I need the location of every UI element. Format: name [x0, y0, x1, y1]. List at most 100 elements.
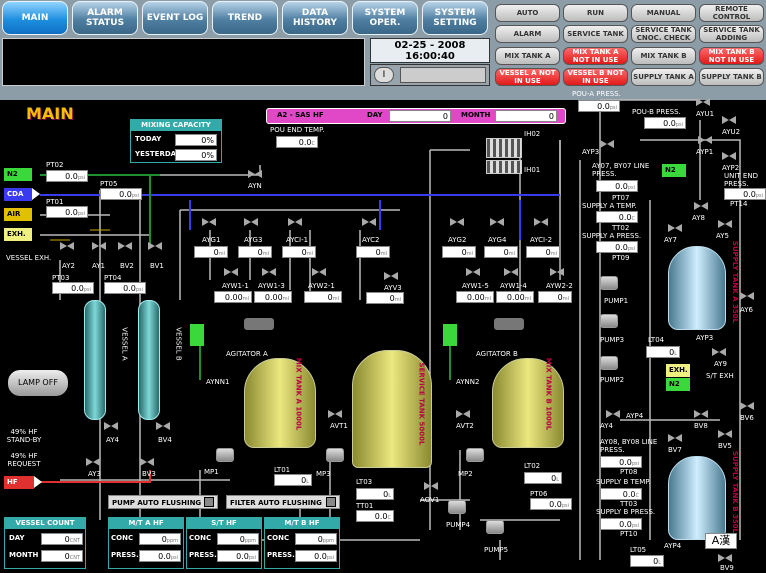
ay3-label: AY3 [88, 470, 101, 478]
vessel-a[interactable] [84, 300, 106, 420]
day-label: DAY [367, 111, 383, 119]
ayw21-valve[interactable] [312, 266, 326, 278]
ayp2-label: AYP2 [722, 164, 740, 172]
aov1-valve[interactable] [424, 480, 438, 492]
ayv3-valve[interactable] [384, 270, 398, 282]
pou-a-press-number: 0.0 [597, 102, 610, 111]
aycl2-valve[interactable] [534, 216, 548, 228]
ayu2-valve[interactable] [722, 114, 736, 126]
pou-b-press-number: 0.0 [663, 119, 676, 128]
pou-end-temp-number: 0.0 [298, 138, 312, 147]
ayw11-label: AYW1-1 [222, 282, 249, 290]
aycl1-valve[interactable] [288, 216, 302, 228]
ay1-label: AY1 [92, 262, 105, 270]
ayp1-valve[interactable] [698, 134, 712, 146]
bv9-valve[interactable] [718, 552, 732, 564]
bv2-valve[interactable] [118, 240, 132, 252]
ayw22-valve[interactable] [550, 266, 564, 278]
ayw14-valve[interactable] [504, 266, 518, 278]
st-hf-title: S/T HF [187, 518, 261, 529]
ayn-valve[interactable] [248, 168, 262, 180]
bv8-valve[interactable] [694, 408, 708, 420]
mp3-pump[interactable] [326, 448, 344, 462]
ay3-valve[interactable] [86, 456, 100, 468]
bv7-valve[interactable] [668, 432, 682, 444]
supply-tank-a[interactable] [668, 246, 726, 330]
pump4[interactable] [448, 500, 466, 514]
ayp3b-label: AYP3 [696, 334, 714, 342]
supply-tank-b[interactable] [668, 456, 726, 540]
pt01-label: PT01 [46, 198, 64, 206]
bv4-valve[interactable] [156, 420, 170, 432]
mix-tank-b[interactable] [492, 358, 564, 448]
lt01-value: 0L [274, 474, 312, 486]
bv5-label: BV5 [718, 442, 732, 450]
ayg2-valve[interactable] [450, 216, 464, 228]
ay7-valve[interactable] [668, 222, 682, 234]
st-press-number: 0.0 [236, 552, 249, 561]
ayw15-valve[interactable] [466, 266, 480, 278]
line-press-b-label: AY08, BY08 LINE PRESS. [600, 438, 658, 454]
pump3[interactable] [600, 314, 618, 328]
mt-b-hf-title: M/T B HF [265, 518, 339, 529]
n2-supply-tank-a-tag: N2 [662, 164, 694, 177]
pt05-number: 0.0 [119, 190, 132, 199]
pump1[interactable] [600, 276, 618, 290]
lamp-off-button[interactable]: LAMP OFF [8, 370, 68, 396]
pump5[interactable] [486, 520, 504, 534]
mp1-label: MP1 [204, 468, 219, 476]
ayw11-unit: ml [242, 296, 249, 302]
ayc2-valve[interactable] [362, 216, 376, 228]
ayw11-number: 0.00 [224, 293, 243, 302]
ih01-heater[interactable] [486, 160, 522, 174]
ayp4-valve[interactable] [606, 408, 620, 420]
vessel-b[interactable] [138, 300, 160, 420]
pump-auto-flushing-label: PUMP AUTO FLUSHING [112, 499, 202, 507]
ayg3-valve[interactable] [244, 216, 258, 228]
ayg1-valve[interactable] [202, 216, 216, 228]
ayg4-valve[interactable] [490, 216, 504, 228]
mp2-pump[interactable] [466, 448, 484, 462]
mt-a-press-label: PRESS. [111, 551, 139, 559]
pump-auto-flushing[interactable]: PUMP AUTO FLUSHING [108, 495, 218, 509]
agitator-a-icon[interactable] [244, 318, 274, 330]
ime-indicator[interactable]: A漢 [705, 533, 737, 549]
exhaust-tank-tag: EXH. [666, 364, 698, 377]
pt02-value: 0.0psi [46, 170, 88, 182]
ayw13-label: AYW1-3 [258, 282, 285, 290]
pou-end-temp-unit: C [311, 141, 316, 147]
avt2-label: AVT2 [456, 422, 474, 430]
ay4b-label: AY4 [600, 422, 613, 430]
avt1-valve[interactable] [328, 408, 342, 420]
ih02-heater[interactable] [486, 138, 522, 158]
ayw13-valve[interactable] [262, 266, 276, 278]
ay2-valve[interactable] [60, 240, 74, 252]
ay1-valve[interactable] [92, 240, 106, 252]
ay5-label: AY5 [716, 232, 729, 240]
ay9-valve[interactable] [712, 346, 726, 358]
ay8-valve[interactable] [694, 200, 708, 212]
pump2[interactable] [600, 356, 618, 370]
pt14-value: 0.0psi [724, 188, 766, 200]
ayu1-valve[interactable] [696, 96, 710, 108]
ay5-valve[interactable] [718, 218, 732, 230]
ay4-valve[interactable] [104, 420, 118, 432]
ayp2-valve[interactable] [722, 150, 736, 162]
ayw11-valve[interactable] [224, 266, 238, 278]
bv6-valve[interactable] [740, 400, 754, 412]
filter-auto-flushing[interactable]: FILTER AUTO FLUSHING [226, 495, 340, 509]
mix-tank-a[interactable] [244, 358, 316, 448]
ayw13-value: 0.00ml [254, 291, 292, 303]
agitator-b-icon[interactable] [494, 318, 524, 330]
mt-a-hf-panel: M/T A HF CONC 0ppm PRESS. 0.0psi [108, 517, 184, 569]
bv1-valve[interactable] [148, 240, 162, 252]
ay6-valve[interactable] [740, 290, 754, 302]
ayg3-label: AYG3 [244, 236, 263, 244]
pump-auto-flushing-checkbox[interactable] [204, 497, 214, 507]
bv5-valve[interactable] [718, 428, 732, 440]
avt2-valve[interactable] [456, 408, 470, 420]
filter-auto-flushing-checkbox[interactable] [326, 497, 336, 507]
mp1-pump[interactable] [216, 448, 234, 462]
bv3-valve[interactable] [140, 456, 154, 468]
ayp3-valve[interactable] [600, 138, 614, 150]
